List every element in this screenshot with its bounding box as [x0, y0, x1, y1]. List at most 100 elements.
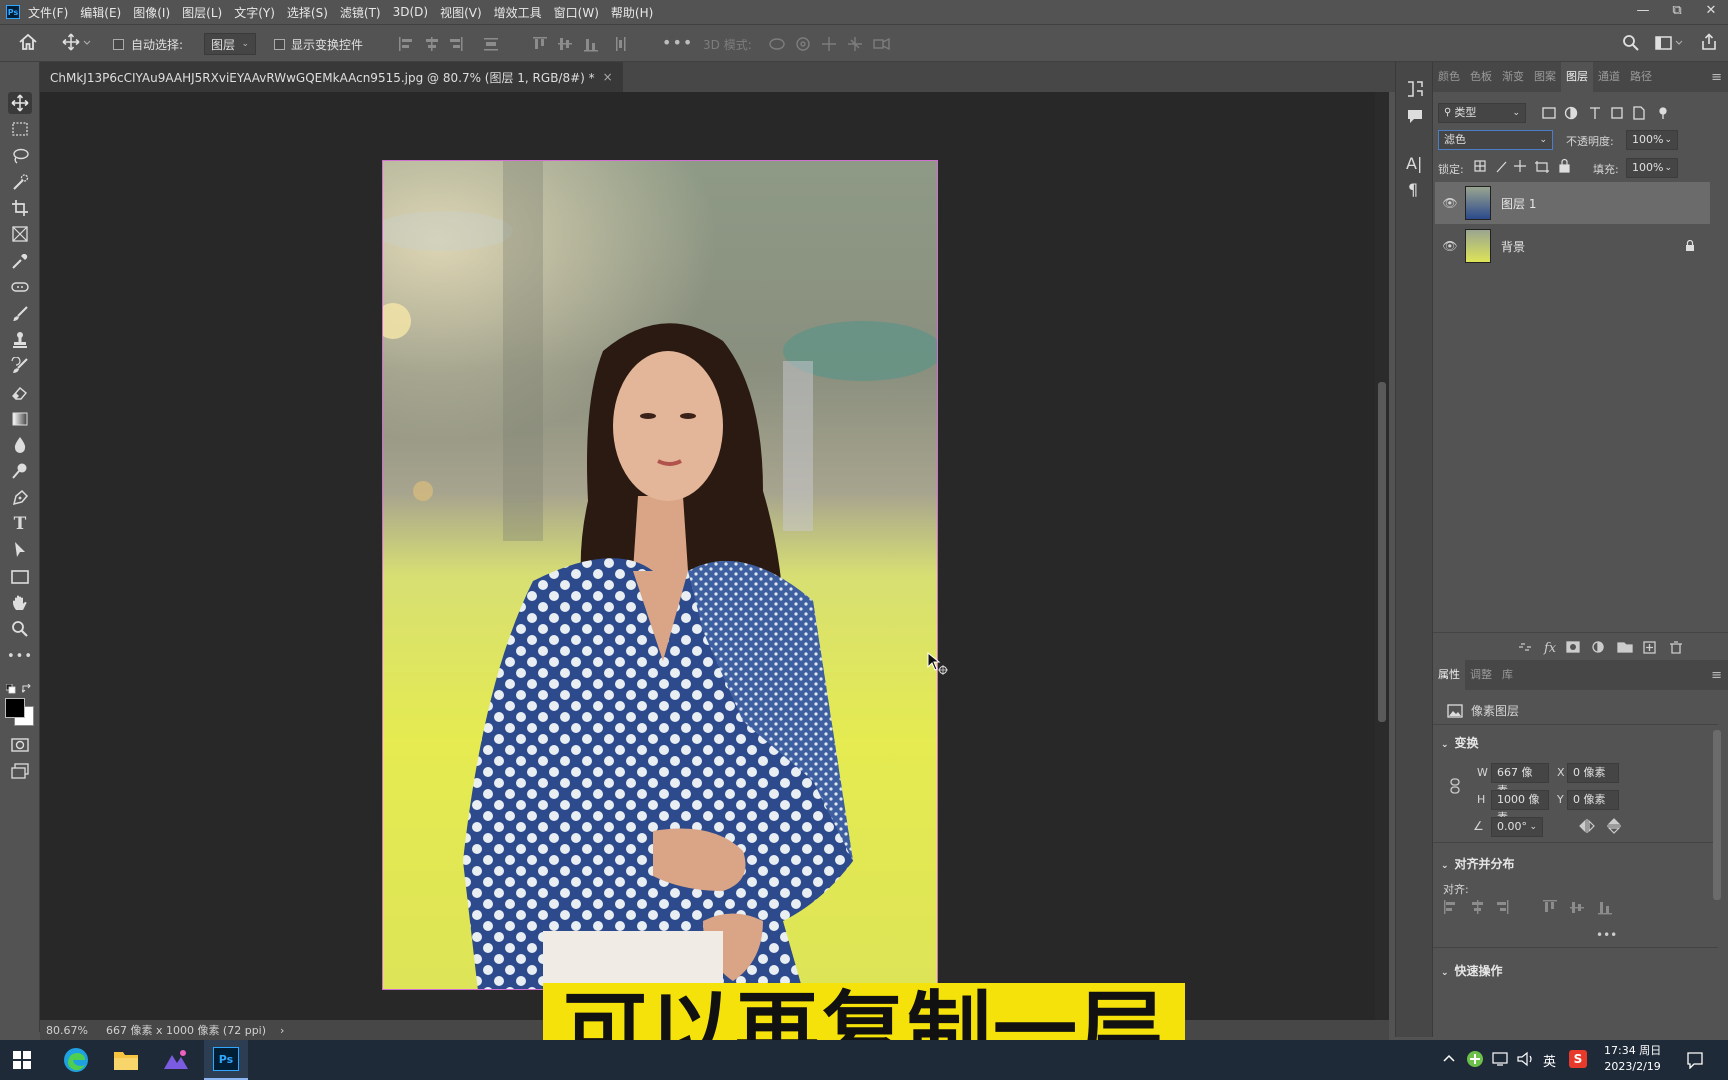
menu-help[interactable]: 帮助(H): [611, 4, 653, 21]
auto-select-checkbox[interactable]: [113, 39, 124, 50]
menu-image[interactable]: 图像(I): [133, 4, 170, 21]
tab-swatches[interactable]: 色板: [1465, 62, 1497, 92]
tray-chevron-icon[interactable]: [1442, 1052, 1456, 1064]
menu-file[interactable]: 文件(F): [28, 4, 68, 21]
layer-name[interactable]: 背景: [1501, 238, 1525, 255]
foreground-color-swatch[interactable]: [5, 698, 25, 718]
zoom-tool-icon[interactable]: [8, 618, 32, 640]
windows-start-icon[interactable]: [0, 1040, 44, 1080]
photo-app-icon[interactable]: [154, 1040, 198, 1080]
history-panel-icon[interactable]: [1406, 80, 1424, 98]
gradient-tool-icon[interactable]: [8, 408, 32, 430]
ime-indicator[interactable]: 英: [1543, 1051, 1556, 1070]
menu-type[interactable]: 文字(Y): [234, 4, 275, 21]
blur-tool-icon[interactable]: [8, 434, 32, 456]
scrollbar-thumb[interactable]: [1378, 382, 1386, 722]
workspace-icon[interactable]: [1655, 35, 1685, 51]
document-image[interactable]: [382, 160, 938, 990]
menu-view[interactable]: 视图(V): [440, 4, 482, 21]
transform-section-title[interactable]: ⌄ 变换: [1441, 734, 1479, 751]
menu-layer[interactable]: 图层(L): [182, 4, 222, 21]
zoom-level[interactable]: 80.67%: [46, 1024, 88, 1037]
panel-menu-icon[interactable]: ≡: [1711, 668, 1722, 683]
tray-app-icon[interactable]: [1466, 1050, 1484, 1068]
menu-filter[interactable]: 滤镜(T): [340, 4, 381, 21]
tab-paths[interactable]: 路径: [1625, 62, 1657, 92]
layer-filter-kind-dropdown[interactable]: ⚲ 类型 ⌄: [1438, 103, 1526, 123]
layer-row-layer-1[interactable]: 👁︎ 图层 1: [1435, 182, 1710, 224]
type-tool-icon[interactable]: T: [8, 513, 32, 535]
brush-tool-icon[interactable]: [8, 303, 32, 325]
hand-tool-icon[interactable]: [8, 592, 32, 614]
properties-scrollbar[interactable]: [1713, 730, 1721, 900]
history-brush-tool-icon[interactable]: [8, 355, 32, 377]
minimize-button[interactable]: —: [1626, 0, 1660, 24]
move-tool-preset-icon[interactable]: [62, 33, 92, 51]
tab-adjustments[interactable]: 调整: [1465, 660, 1497, 690]
close-button[interactable]: ✕: [1694, 0, 1728, 24]
quick-actions-section-title[interactable]: ⌄ 快速操作: [1441, 962, 1503, 979]
restore-button[interactable]: ⧉: [1660, 0, 1694, 24]
quick-mask-icon[interactable]: [8, 734, 32, 756]
clone-stamp-tool-icon[interactable]: [8, 329, 32, 351]
search-icon[interactable]: [1622, 34, 1640, 52]
vertical-scrollbar[interactable]: [1375, 92, 1389, 1027]
layer-row-background[interactable]: 👁︎ 背景: [1435, 225, 1710, 267]
menu-3d[interactable]: 3D(D): [393, 5, 428, 19]
notifications-icon[interactable]: [1686, 1051, 1704, 1069]
move-tool-icon[interactable]: [8, 92, 32, 114]
height-input[interactable]: 1000 像素: [1491, 790, 1549, 824]
tab-libraries[interactable]: 库: [1497, 660, 1518, 690]
angle-input[interactable]: 0.00° ⌄: [1491, 817, 1543, 837]
blend-mode-dropdown[interactable]: 滤色 ⌄: [1438, 130, 1553, 150]
path-selection-tool-icon[interactable]: [8, 539, 32, 561]
screen-mode-icon[interactable]: [8, 760, 32, 782]
file-explorer-icon[interactable]: [104, 1040, 148, 1080]
document-tab[interactable]: ChMkJ13P6cCIYAu9AAHJ5RXviEYAAvRWwGQEMkAA…: [40, 62, 623, 92]
tab-color[interactable]: 颜色: [1433, 62, 1465, 92]
clock[interactable]: 17:34 周日 2023/2/19: [1604, 1043, 1661, 1075]
tab-gradients[interactable]: 渐变: [1497, 62, 1529, 92]
menu-window[interactable]: 窗口(W): [554, 4, 599, 21]
more-align-icon[interactable]: •••: [1596, 928, 1617, 942]
network-icon[interactable]: [1492, 1051, 1510, 1067]
show-transform-checkbox[interactable]: [274, 39, 285, 50]
tab-channels[interactable]: 通道: [1593, 62, 1625, 92]
menu-plugins[interactable]: 增效工具: [494, 4, 542, 21]
frame-tool-icon[interactable]: [8, 223, 32, 245]
paragraph-panel-icon[interactable]: ¶: [1408, 180, 1418, 199]
character-panel-icon[interactable]: A|: [1406, 154, 1422, 173]
tab-layers[interactable]: 图层: [1561, 62, 1593, 92]
tab-properties[interactable]: 属性: [1433, 660, 1465, 690]
align-section-title[interactable]: ⌄ 对齐并分布: [1441, 855, 1515, 872]
close-tab-icon[interactable]: ×: [603, 70, 613, 84]
auto-select-target-dropdown[interactable]: 图层 ⌄: [204, 33, 256, 55]
quick-selection-tool-icon[interactable]: [8, 171, 32, 193]
menu-edit[interactable]: 编辑(E): [80, 4, 121, 21]
sogou-input-icon[interactable]: S: [1569, 1050, 1587, 1068]
pen-tool-icon[interactable]: [8, 487, 32, 509]
comments-panel-icon[interactable]: [1406, 108, 1424, 124]
crop-tool-icon[interactable]: [8, 197, 32, 219]
edge-browser-icon[interactable]: [54, 1040, 98, 1080]
eyedropper-tool-icon[interactable]: [8, 250, 32, 272]
tab-patterns[interactable]: 图案: [1529, 62, 1561, 92]
fill-input[interactable]: 100% ⌄: [1626, 158, 1678, 178]
share-icon[interactable]: [1700, 33, 1718, 51]
swap-colors-icon[interactable]: [22, 684, 32, 694]
menu-select[interactable]: 选择(S): [287, 4, 328, 21]
lasso-tool-icon[interactable]: [8, 145, 32, 167]
more-tools-icon[interactable]: •••: [7, 645, 32, 667]
width-input[interactable]: 667 像素: [1491, 763, 1549, 797]
rectangle-tool-icon[interactable]: [8, 566, 32, 588]
x-input[interactable]: 0 像素: [1567, 763, 1619, 783]
dodge-tool-icon[interactable]: [8, 460, 32, 482]
opacity-input[interactable]: 100% ⌄: [1626, 130, 1678, 150]
volume-icon[interactable]: [1517, 1051, 1535, 1067]
spot-healing-tool-icon[interactable]: [8, 276, 32, 298]
layer-name[interactable]: 图层 1: [1501, 195, 1536, 212]
link-dimensions-icon[interactable]: [1449, 778, 1461, 794]
eraser-tool-icon[interactable]: [8, 382, 32, 404]
home-icon[interactable]: [18, 33, 38, 51]
status-more-arrow[interactable]: ›: [280, 1024, 284, 1037]
